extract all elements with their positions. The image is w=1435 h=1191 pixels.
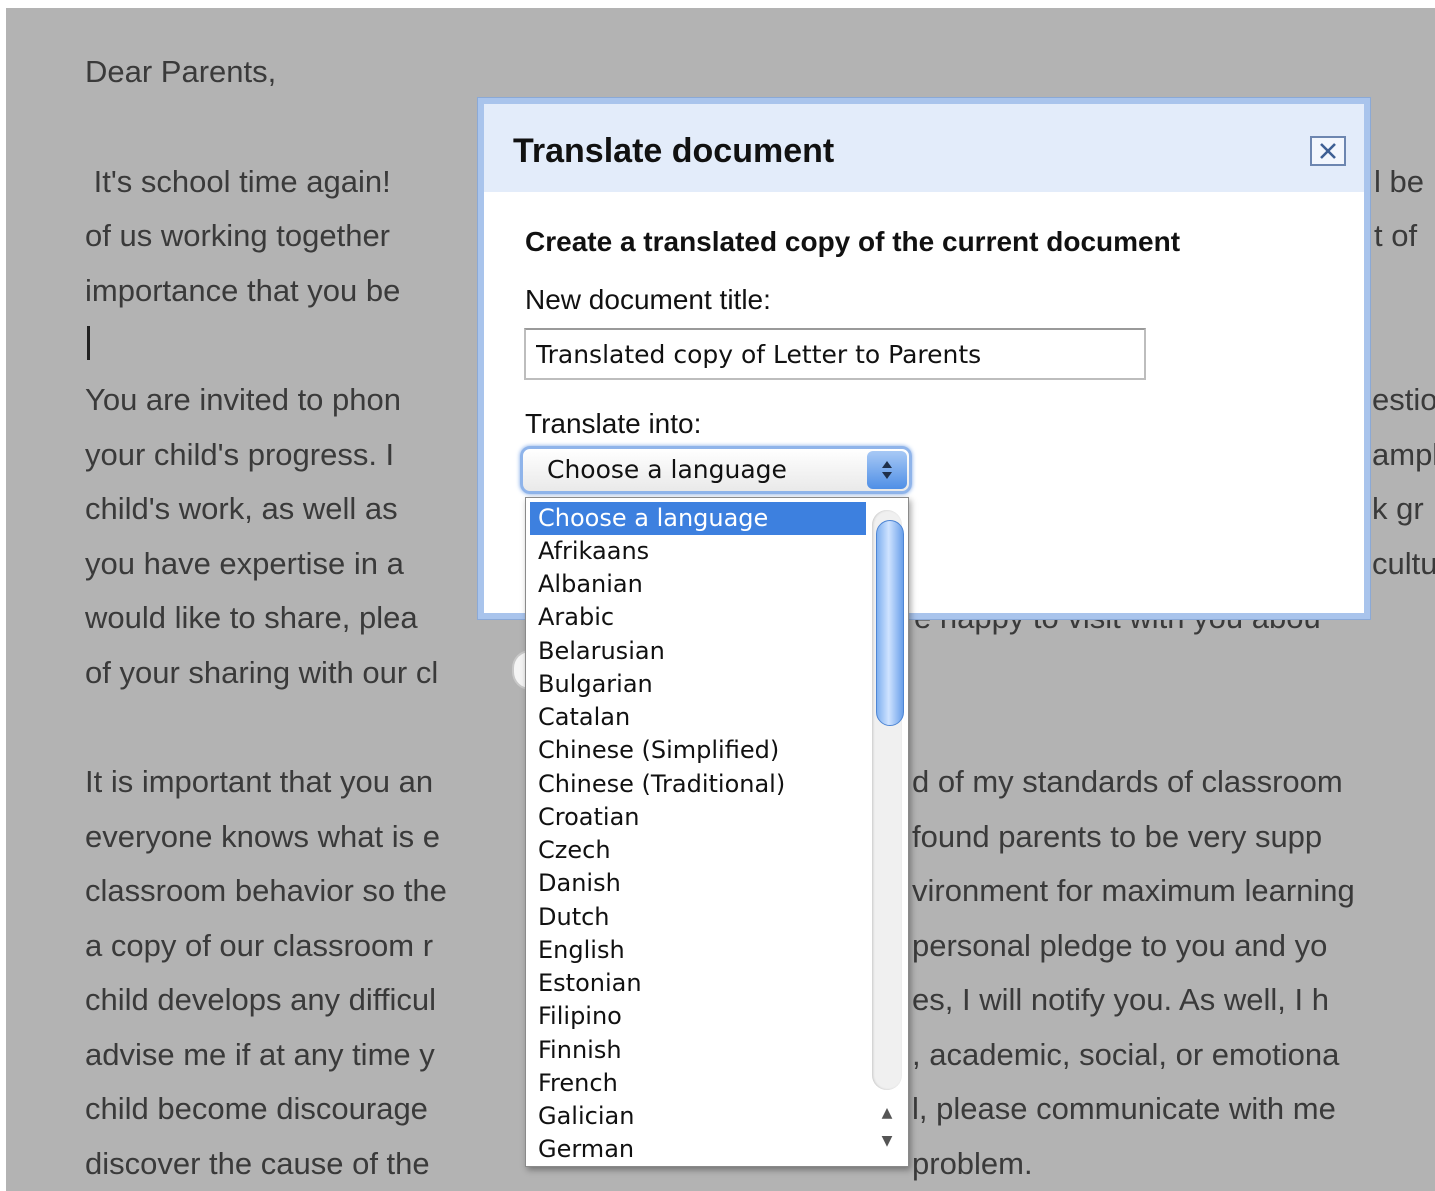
doc-line-fragment: , academic, social, or emotiona [912,1037,1340,1072]
language-option[interactable]: Dutch [530,901,866,934]
language-select-value: Choose a language [547,455,787,484]
scrollbar[interactable]: ▲ ▼ [868,502,906,1164]
language-option[interactable]: English [530,934,866,967]
language-option[interactable]: Belarusian [530,635,866,668]
doc-line: You are invited to phon [85,382,401,417]
doc-line: child develops any difficul [85,982,436,1017]
dialog-subtitle: Create a translated copy of the current … [525,226,1181,257]
doc-line: classroom behavior so the [85,873,447,908]
doc-line: your child's progress. I [85,437,395,472]
language-option[interactable]: Estonian [530,967,866,1000]
doc-line-fragment: cultu [1372,546,1435,581]
language-option[interactable]: Galician [530,1100,866,1133]
doc-line-fragment: vironment for maximum learning [912,873,1355,908]
language-option[interactable]: German [530,1133,866,1166]
doc-line-fragment: found parents to be very supp [912,819,1323,854]
close-icon [1320,143,1336,159]
language-option[interactable]: Chinese (Simplified) [530,734,866,767]
text-caret [87,326,90,360]
doc-line-fragment: estio [1372,382,1435,417]
doc-line-fragment: d of my standards of classroom [912,764,1343,799]
doc-line: everyone knows what is e [85,819,440,854]
new-title-label: New document title: [525,284,771,315]
translate-into-label: Translate into: [525,408,702,439]
language-option[interactable]: Danish [530,867,866,900]
language-option[interactable]: Afrikaans [530,535,866,568]
language-option[interactable]: Bulgarian [530,668,866,701]
select-arrows-icon [867,451,907,489]
doc-line: a copy of our classroom r [85,928,434,963]
doc-line: importance that you be [85,273,401,308]
language-select[interactable]: Choose a language [520,446,912,494]
doc-line: of your sharing with our cl [85,655,439,690]
scrollbar-thumb[interactable] [876,520,904,726]
language-option[interactable]: Filipino [530,1000,866,1033]
scroll-up-icon[interactable]: ▲ [872,1100,902,1126]
doc-line-fragment: k gr [1372,491,1424,526]
language-option[interactable]: Albanian [530,568,866,601]
doc-line: It's school time again! [85,164,391,199]
dialog-title: Translate document [513,132,835,170]
doc-line-fragment: t of [1374,218,1418,253]
doc-line-fragment: es, I will notify you. As well, I h [912,982,1329,1017]
close-button[interactable] [1310,136,1346,166]
doc-line: of us working together [85,218,391,253]
dialog-header: Translate document [484,104,1364,192]
doc-line: would like to share, plea [85,600,418,635]
doc-line-fragment: problem. [912,1146,1033,1181]
doc-line: discover the cause of the [85,1146,430,1181]
doc-line-fragment: l, please communicate with me [912,1091,1336,1126]
scrollbar-track[interactable] [872,510,904,1090]
language-option[interactable]: Croatian [530,801,866,834]
language-option[interactable]: Arabic [530,601,866,634]
language-option[interactable]: Finnish [530,1034,866,1067]
doc-line: you have expertise in a [85,546,404,581]
scroll-down-icon[interactable]: ▼ [872,1128,902,1154]
language-option[interactable]: Chinese (Traditional) [530,768,866,801]
doc-line: child become discourage [85,1091,428,1126]
language-option[interactable]: Czech [530,834,866,867]
doc-line-fragment: ampl [1372,437,1435,472]
language-option[interactable]: Choose a language [530,502,866,535]
new-title-input[interactable] [524,328,1146,380]
screen: Dear Parents, It's school time again! of… [0,0,1435,1191]
language-option[interactable]: Catalan [530,701,866,734]
doc-line: It is important that you an [85,764,434,799]
language-dropdown-list[interactable]: Choose a language Afrikaans Albanian Ara… [525,497,909,1167]
doc-line: child's work, as well as [85,491,398,526]
doc-line: advise me if at any time y [85,1037,435,1072]
doc-line: Dear Parents, [85,54,277,89]
doc-line-fragment: personal pledge to you and yo [912,928,1328,963]
doc-line-fragment: l be [1374,164,1424,199]
language-option[interactable]: French [530,1067,866,1100]
